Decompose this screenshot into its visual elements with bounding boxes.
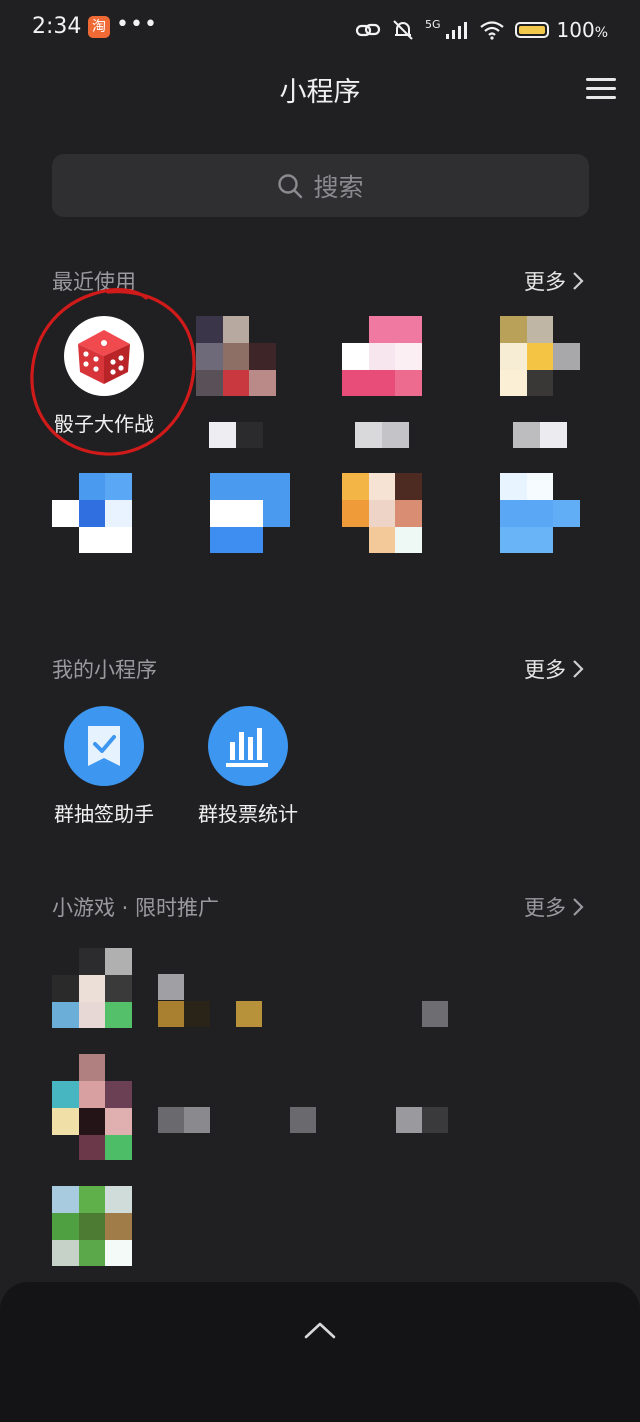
game-row[interactable] xyxy=(52,1054,132,1160)
game-row[interactable] xyxy=(52,948,132,1028)
app-blurred[interactable] xyxy=(166,316,306,448)
app-group-vote-stats-label: 群投票统计 xyxy=(198,802,298,826)
blurred-game-text xyxy=(290,1107,316,1133)
chevron-right-icon xyxy=(573,898,584,916)
page-title: 小程序 xyxy=(279,77,361,108)
blurred-app-icon xyxy=(500,316,580,396)
games-more-link[interactable]: 更多 xyxy=(524,892,584,922)
blurred-game-text xyxy=(158,974,184,1000)
games-more-label: 更多 xyxy=(524,896,566,920)
blurred-game-icon xyxy=(52,1186,132,1266)
mini-programs-page: 2:34 淘 ••• 5G 100% 小程序 搜索 最近使用 更多 骰子大作战 … xyxy=(0,0,640,1422)
chevron-up-icon[interactable] xyxy=(303,1320,337,1340)
blurred-app-icon xyxy=(342,316,422,396)
app-group-draw-helper[interactable]: 群抽签助手 xyxy=(34,706,174,827)
app-blurred[interactable] xyxy=(312,473,452,553)
network-type-label: 5G xyxy=(424,17,441,31)
wifi-icon xyxy=(479,21,504,40)
taobao-notification-icon: 淘 xyxy=(88,16,110,38)
battery-icon xyxy=(514,22,549,38)
link-icon xyxy=(355,23,381,37)
app-group-vote-stats[interactable]: 群投票统计 xyxy=(178,706,318,827)
more-notifications-indicator: ••• xyxy=(116,12,158,37)
app-blurred[interactable] xyxy=(470,316,610,448)
blurred-app-icon xyxy=(500,473,580,553)
blurred-game-icon xyxy=(52,1054,132,1160)
menu-icon[interactable] xyxy=(586,76,616,102)
app-blurred[interactable] xyxy=(180,473,320,553)
blurred-game-badge xyxy=(396,1107,448,1133)
blurred-game-text xyxy=(158,1107,210,1133)
search-placeholder: 搜索 xyxy=(313,172,364,202)
game-row[interactable] xyxy=(52,1186,132,1266)
blurred-game-text xyxy=(158,1001,262,1027)
my-programs-more-link[interactable]: 更多 xyxy=(524,654,584,684)
blurred-app-icon xyxy=(196,316,276,396)
app-blurred[interactable] xyxy=(312,316,452,448)
status-bar: 2:34 淘 ••• 5G 100% xyxy=(0,0,640,60)
chevron-right-icon xyxy=(573,272,584,290)
search-input[interactable]: 搜索 xyxy=(52,154,589,217)
games-section-title: 小游戏 · 限时推广 xyxy=(52,896,220,920)
bottom-sheet-handle[interactable] xyxy=(0,1282,640,1422)
status-time: 2:34 xyxy=(32,14,82,39)
battery-percent: 100 xyxy=(556,18,595,42)
my-programs-more-label: 更多 xyxy=(524,658,566,682)
blurred-app-icon xyxy=(52,473,132,553)
battery-indicator: 100% xyxy=(514,18,608,42)
battery-unit: % xyxy=(594,25,608,41)
blurred-app-icon xyxy=(210,473,290,553)
my-programs-section-title: 我的小程序 xyxy=(52,658,157,682)
blurred-app-icon xyxy=(342,473,422,553)
signal-icon xyxy=(445,22,467,39)
app-blurred[interactable] xyxy=(470,473,610,553)
recent-more-link[interactable]: 更多 xyxy=(524,266,584,296)
bell-muted-icon xyxy=(393,20,413,40)
status-icons: 5G 100% xyxy=(355,14,608,46)
app-group-draw-helper-label: 群抽签助手 xyxy=(54,802,154,826)
search-icon xyxy=(278,173,303,198)
draw-lots-icon xyxy=(64,706,144,786)
blurred-game-icon xyxy=(52,948,132,1028)
blurred-game-badge xyxy=(422,1001,448,1027)
chevron-right-icon xyxy=(573,660,584,678)
app-blurred[interactable] xyxy=(22,473,162,553)
recent-more-label: 更多 xyxy=(524,270,566,294)
bar-chart-icon xyxy=(208,706,288,786)
